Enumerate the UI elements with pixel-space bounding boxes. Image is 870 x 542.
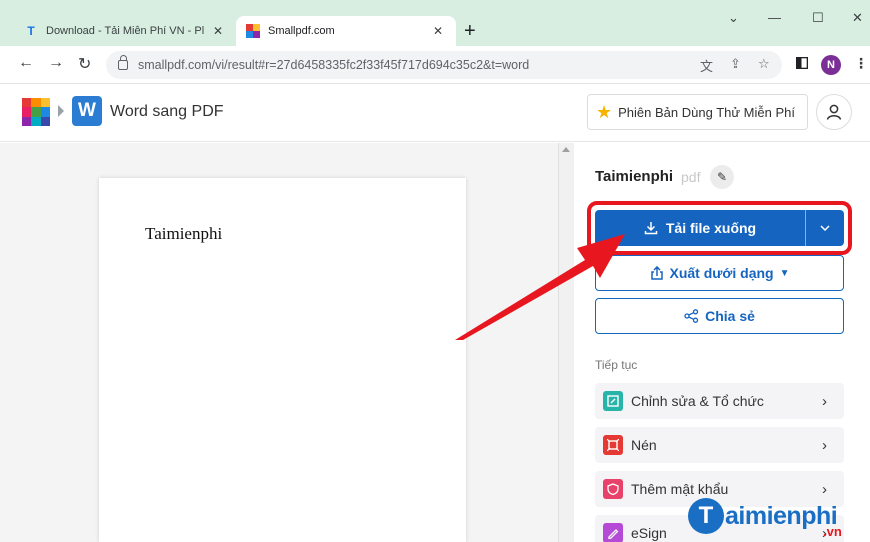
document-text: Taimienphi (145, 224, 223, 243)
word-tool-icon: W (72, 96, 102, 126)
user-icon (826, 104, 842, 120)
export-icon (650, 266, 663, 280)
taimienphi-watermark: T aimienphi (688, 498, 838, 534)
continue-section-label: Tiếp tục (595, 358, 638, 372)
watermark-suffix: .vn (823, 524, 842, 539)
caret-down-icon: ▼ (779, 267, 790, 279)
bookmark-star-icon[interactable]: ☆ (758, 56, 770, 72)
tool-edit-organize[interactable]: Chỉnh sửa & Tổ chức › (595, 383, 844, 419)
export-label: Xuất dưới dạng (669, 265, 774, 281)
share-label: Chia sẻ (705, 308, 755, 324)
taimienphi-favicon-icon: T (27, 24, 35, 38)
tab-title: Download - Tải Miễn Phí VN - Pl (46, 25, 205, 37)
file-name: Taimienphi (595, 168, 674, 185)
file-extension: pdf (681, 169, 701, 185)
star-icon: ★ (596, 101, 613, 122)
tab-close-icon[interactable]: ✕ (430, 24, 446, 38)
tab-search-icon[interactable]: ⌄ (728, 10, 739, 26)
document-preview-area: Taimienphi (0, 143, 558, 542)
shield-icon (603, 479, 623, 499)
edit-organize-icon (603, 391, 623, 411)
back-arrow-icon[interactable]: ← (18, 54, 34, 72)
browser-toolbar: ← → ↻ smallpdf.com/vi/result#r=27d645833… (0, 46, 870, 84)
red-arrow-annotation (455, 234, 625, 340)
chevron-right-icon: › (822, 392, 827, 410)
rename-pencil-icon[interactable]: ✎ (710, 165, 734, 189)
new-tab-button[interactable]: + (464, 20, 476, 42)
lock-icon[interactable] (118, 55, 128, 70)
tool-label: Nén (631, 437, 657, 453)
address-bar[interactable]: smallpdf.com/vi/result#r=27d6458335fc2f3… (106, 51, 782, 79)
page-title: Word sang PDF (110, 103, 224, 120)
tool-compress[interactable]: Nén › (595, 427, 844, 463)
tool-label: Thêm mật khẩu (631, 481, 729, 497)
watermark-logo-icon: T (688, 498, 724, 534)
close-window-button[interactable]: ✕ (852, 10, 863, 26)
result-panel: Taimienphi pdf ✎ Tải file xuống Xuất dướ… (574, 143, 870, 542)
browser-tab-download[interactable]: T Download - Tải Miễn Phí VN - Pl ✕ (14, 16, 236, 46)
free-trial-button[interactable]: ★ Phiên Bản Dùng Thử Miễn Phí (587, 94, 808, 130)
maximize-button[interactable]: ☐ (812, 10, 824, 26)
share-icon (684, 309, 699, 323)
watermark-text: aimienphi (725, 501, 838, 530)
compress-icon (603, 435, 623, 455)
tab-title: Smallpdf.com (268, 25, 335, 37)
export-as-button[interactable]: Xuất dưới dạng ▼ (595, 255, 844, 291)
reload-icon[interactable]: ↻ (78, 54, 91, 74)
tab-close-icon[interactable]: ✕ (210, 24, 226, 38)
preview-scrollbar[interactable] (558, 143, 574, 542)
free-trial-label: Phiên Bản Dùng Thử Miễn Phí (618, 104, 795, 120)
breadcrumb-arrow-icon (58, 105, 64, 117)
chevron-right-icon: › (822, 436, 827, 454)
translate-icon[interactable]: 文 (700, 56, 713, 75)
share-page-icon[interactable]: ⇪ (730, 56, 741, 72)
browser-menu-icon[interactable]: ⋮ (854, 55, 868, 72)
forward-arrow-icon[interactable]: → (48, 54, 64, 72)
esign-icon (603, 523, 623, 542)
tool-label: Chỉnh sửa & Tổ chức (631, 393, 764, 409)
app-header: W Word sang PDF ★ Phiên Bản Dùng Thử Miễ… (0, 84, 870, 142)
document-page: Taimienphi (99, 178, 466, 542)
sidebar-panel-icon[interactable] (795, 56, 809, 74)
browser-tab-smallpdf[interactable]: Smallpdf.com ✕ (236, 16, 456, 46)
chevron-right-icon: › (822, 480, 827, 498)
minimize-button[interactable]: — (768, 10, 781, 25)
browser-tab-strip: T Download - Tải Miễn Phí VN - Pl ✕ Smal… (0, 0, 870, 46)
profile-avatar[interactable]: N (821, 55, 841, 75)
smallpdf-favicon-icon (246, 24, 260, 38)
smallpdf-logo-icon[interactable] (22, 98, 50, 126)
url-text: smallpdf.com/vi/result#r=27d6458335fc2f3… (138, 58, 530, 72)
share-button[interactable]: Chia sẻ (595, 298, 844, 334)
account-button[interactable] (816, 94, 852, 130)
scroll-up-icon[interactable] (562, 147, 570, 152)
